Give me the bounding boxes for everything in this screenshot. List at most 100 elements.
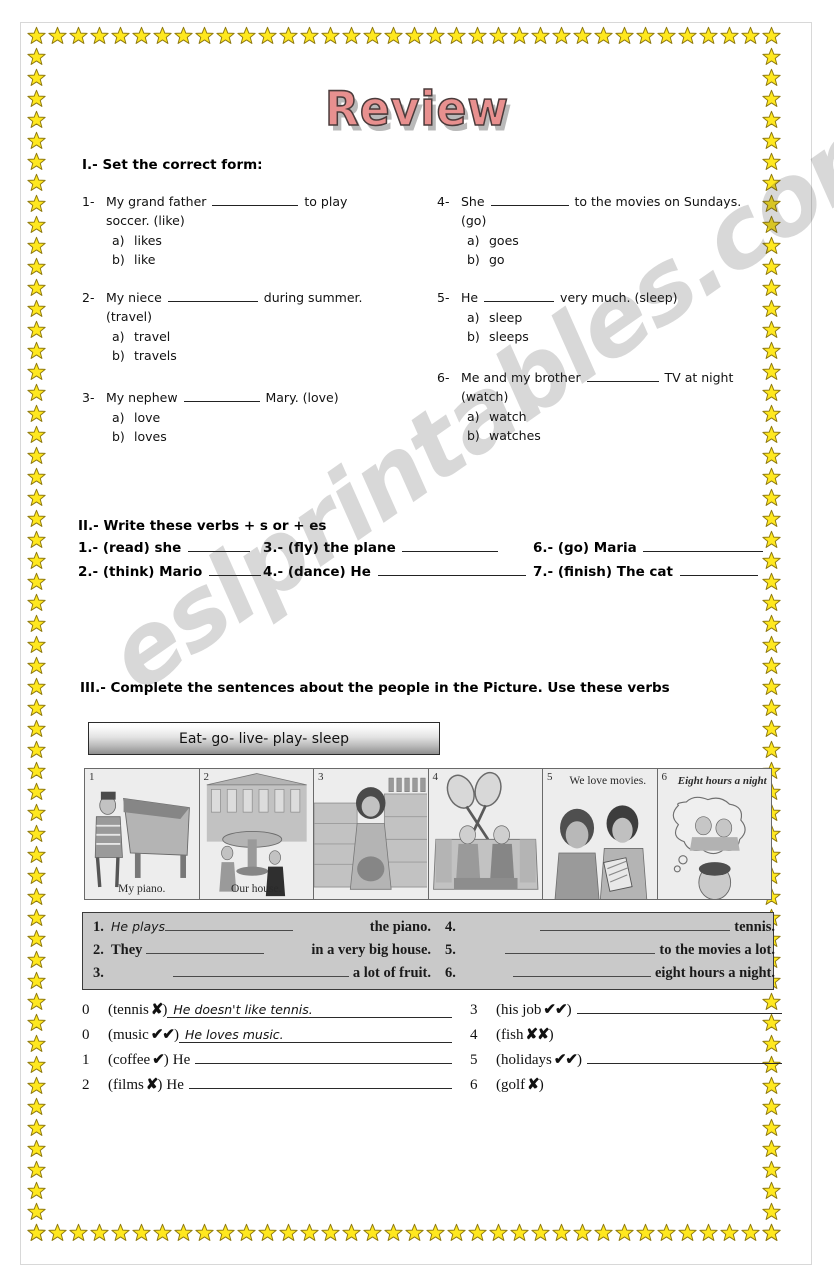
star-icon [27, 887, 46, 905]
answer-option[interactable]: b) go [461, 250, 741, 269]
section-2-item: 2.- (think) Mario [78, 562, 263, 580]
answer-blank[interactable] [212, 193, 299, 206]
item-number: 3.- [263, 539, 288, 556]
answer-underline [549, 1076, 782, 1089]
section-1-item: 3- My nephew Mary. (love) a) love b) loves [82, 388, 382, 446]
section-2-body: II.- Write these verbs + s or + es 1.- (… [78, 518, 778, 586]
option-key: a) [467, 310, 480, 325]
bottom-exercise-column-right: 3 (his job ✔✔) 4 (fish ✘✘) 5 (holidays ✔✔) 6 (golf… [470, 1000, 782, 1100]
answer-blank[interactable] [679, 562, 758, 576]
cue-close: ) [538, 1077, 544, 1093]
section-2-item: 6.- (go) Maria [533, 538, 765, 556]
star-icon [426, 1223, 445, 1241]
panel-illustration [314, 769, 428, 899]
item-label: (think) Mario [102, 563, 207, 580]
answer-option[interactable]: b) watches [461, 426, 737, 445]
sentence-suffix: to play [300, 194, 348, 209]
star-icon [279, 26, 298, 44]
answer-option[interactable]: b) travels [106, 346, 382, 365]
star-icon [27, 68, 46, 86]
panel-illustration [85, 769, 199, 899]
answer-blank[interactable] [586, 369, 659, 382]
answer-option[interactable]: a) watch [461, 407, 737, 426]
star-icon [636, 26, 655, 44]
cue-label: (films [108, 1077, 144, 1093]
star-icon [342, 26, 361, 44]
section-1-item: 2- My niece during summer. (travel) a) trave… [82, 288, 382, 365]
star-icon [27, 425, 46, 443]
section-1-item: 6- Me and my brother TV at night (watch) a)… [437, 368, 737, 445]
answer-blank[interactable] [208, 562, 261, 576]
star-icon [27, 47, 46, 65]
handwritten-answer[interactable]: He loves music. [178, 1027, 452, 1043]
answer-option[interactable]: a) love [106, 408, 382, 427]
star-icon [762, 467, 781, 485]
star-icon [27, 488, 46, 506]
star-icon [762, 26, 781, 44]
star-icon [27, 215, 46, 233]
star-icon [27, 656, 46, 674]
star-icon [27, 383, 46, 401]
answer-blank[interactable] [183, 389, 260, 402]
answer-option[interactable]: a) sleep [461, 308, 737, 327]
comic-panel: 6 Eight hours a night [657, 768, 772, 900]
star-icon [762, 320, 781, 338]
answer-blank[interactable] [490, 193, 569, 206]
answer-underline[interactable] [576, 1000, 782, 1014]
answer-blank[interactable] [463, 963, 651, 982]
answer-option[interactable]: a) goes [461, 231, 741, 250]
answer-blank[interactable] [463, 917, 731, 936]
item-number: 1- [82, 194, 95, 209]
option-key: a) [467, 409, 480, 424]
star-icon [27, 824, 46, 842]
star-icon [300, 26, 319, 44]
panel-number: 1 [89, 771, 95, 783]
answer-option[interactable]: a) likes [106, 231, 382, 250]
check-icon: ✔✔ [543, 1002, 567, 1018]
star-icon [27, 635, 46, 653]
answer-blank[interactable] [167, 289, 258, 302]
answer-blank[interactable]: He plays [111, 917, 366, 936]
star-border-bottom [26, 1222, 782, 1243]
option-key: b) [467, 428, 480, 443]
answer-blank[interactable] [377, 562, 526, 576]
answer-underline[interactable] [188, 1075, 452, 1089]
star-icon [216, 1223, 235, 1241]
panel-illustration [543, 769, 657, 899]
answer-underline [512, 963, 651, 978]
answer-option[interactable]: b) like [106, 250, 382, 269]
answer-option[interactable]: b) sleeps [461, 327, 737, 346]
item-number: 2.- [78, 563, 103, 580]
answer-blank[interactable] [111, 963, 349, 982]
option-key: a) [112, 233, 125, 248]
star-icon [636, 1223, 655, 1241]
row-number: 4. [445, 919, 456, 936]
answer-blank[interactable] [484, 289, 555, 302]
star-icon [594, 26, 613, 44]
answer-blank[interactable] [463, 940, 656, 959]
sentence-prefix: My nephew [106, 390, 182, 405]
star-icon [762, 152, 781, 170]
answer-blank[interactable]: They [111, 940, 307, 959]
answer-blank[interactable] [187, 538, 250, 552]
answer-blank[interactable] [402, 538, 499, 552]
option-label: go [489, 252, 505, 267]
answer-row: 1. He plays the piano. [93, 917, 431, 940]
cue-label: (coffee [108, 1052, 151, 1068]
star-icon [405, 1223, 424, 1241]
answer-underline[interactable] [195, 1050, 452, 1064]
star-icon [27, 530, 46, 548]
answer-underline[interactable] [586, 1050, 782, 1064]
comic-panel: 4 [428, 768, 543, 900]
option-label: goes [489, 233, 519, 248]
star-icon [363, 1223, 382, 1241]
star-icon [384, 26, 403, 44]
bottom-exercise-column-left: 0 (tennis ✘) He doesn't like tennis. 0 (music… [82, 1000, 452, 1100]
answer-blank[interactable] [643, 538, 764, 552]
panel-number: 4 [432, 771, 439, 783]
handwritten-answer[interactable]: He doesn't like tennis. [167, 1002, 452, 1018]
item-sentence: She to the movies on Sundays. [461, 192, 741, 211]
answer-option[interactable]: a) travel [106, 327, 382, 346]
exercise-row: 0 (tennis ✘) He doesn't like tennis. [82, 1000, 452, 1025]
answer-option[interactable]: b) loves [106, 427, 382, 446]
